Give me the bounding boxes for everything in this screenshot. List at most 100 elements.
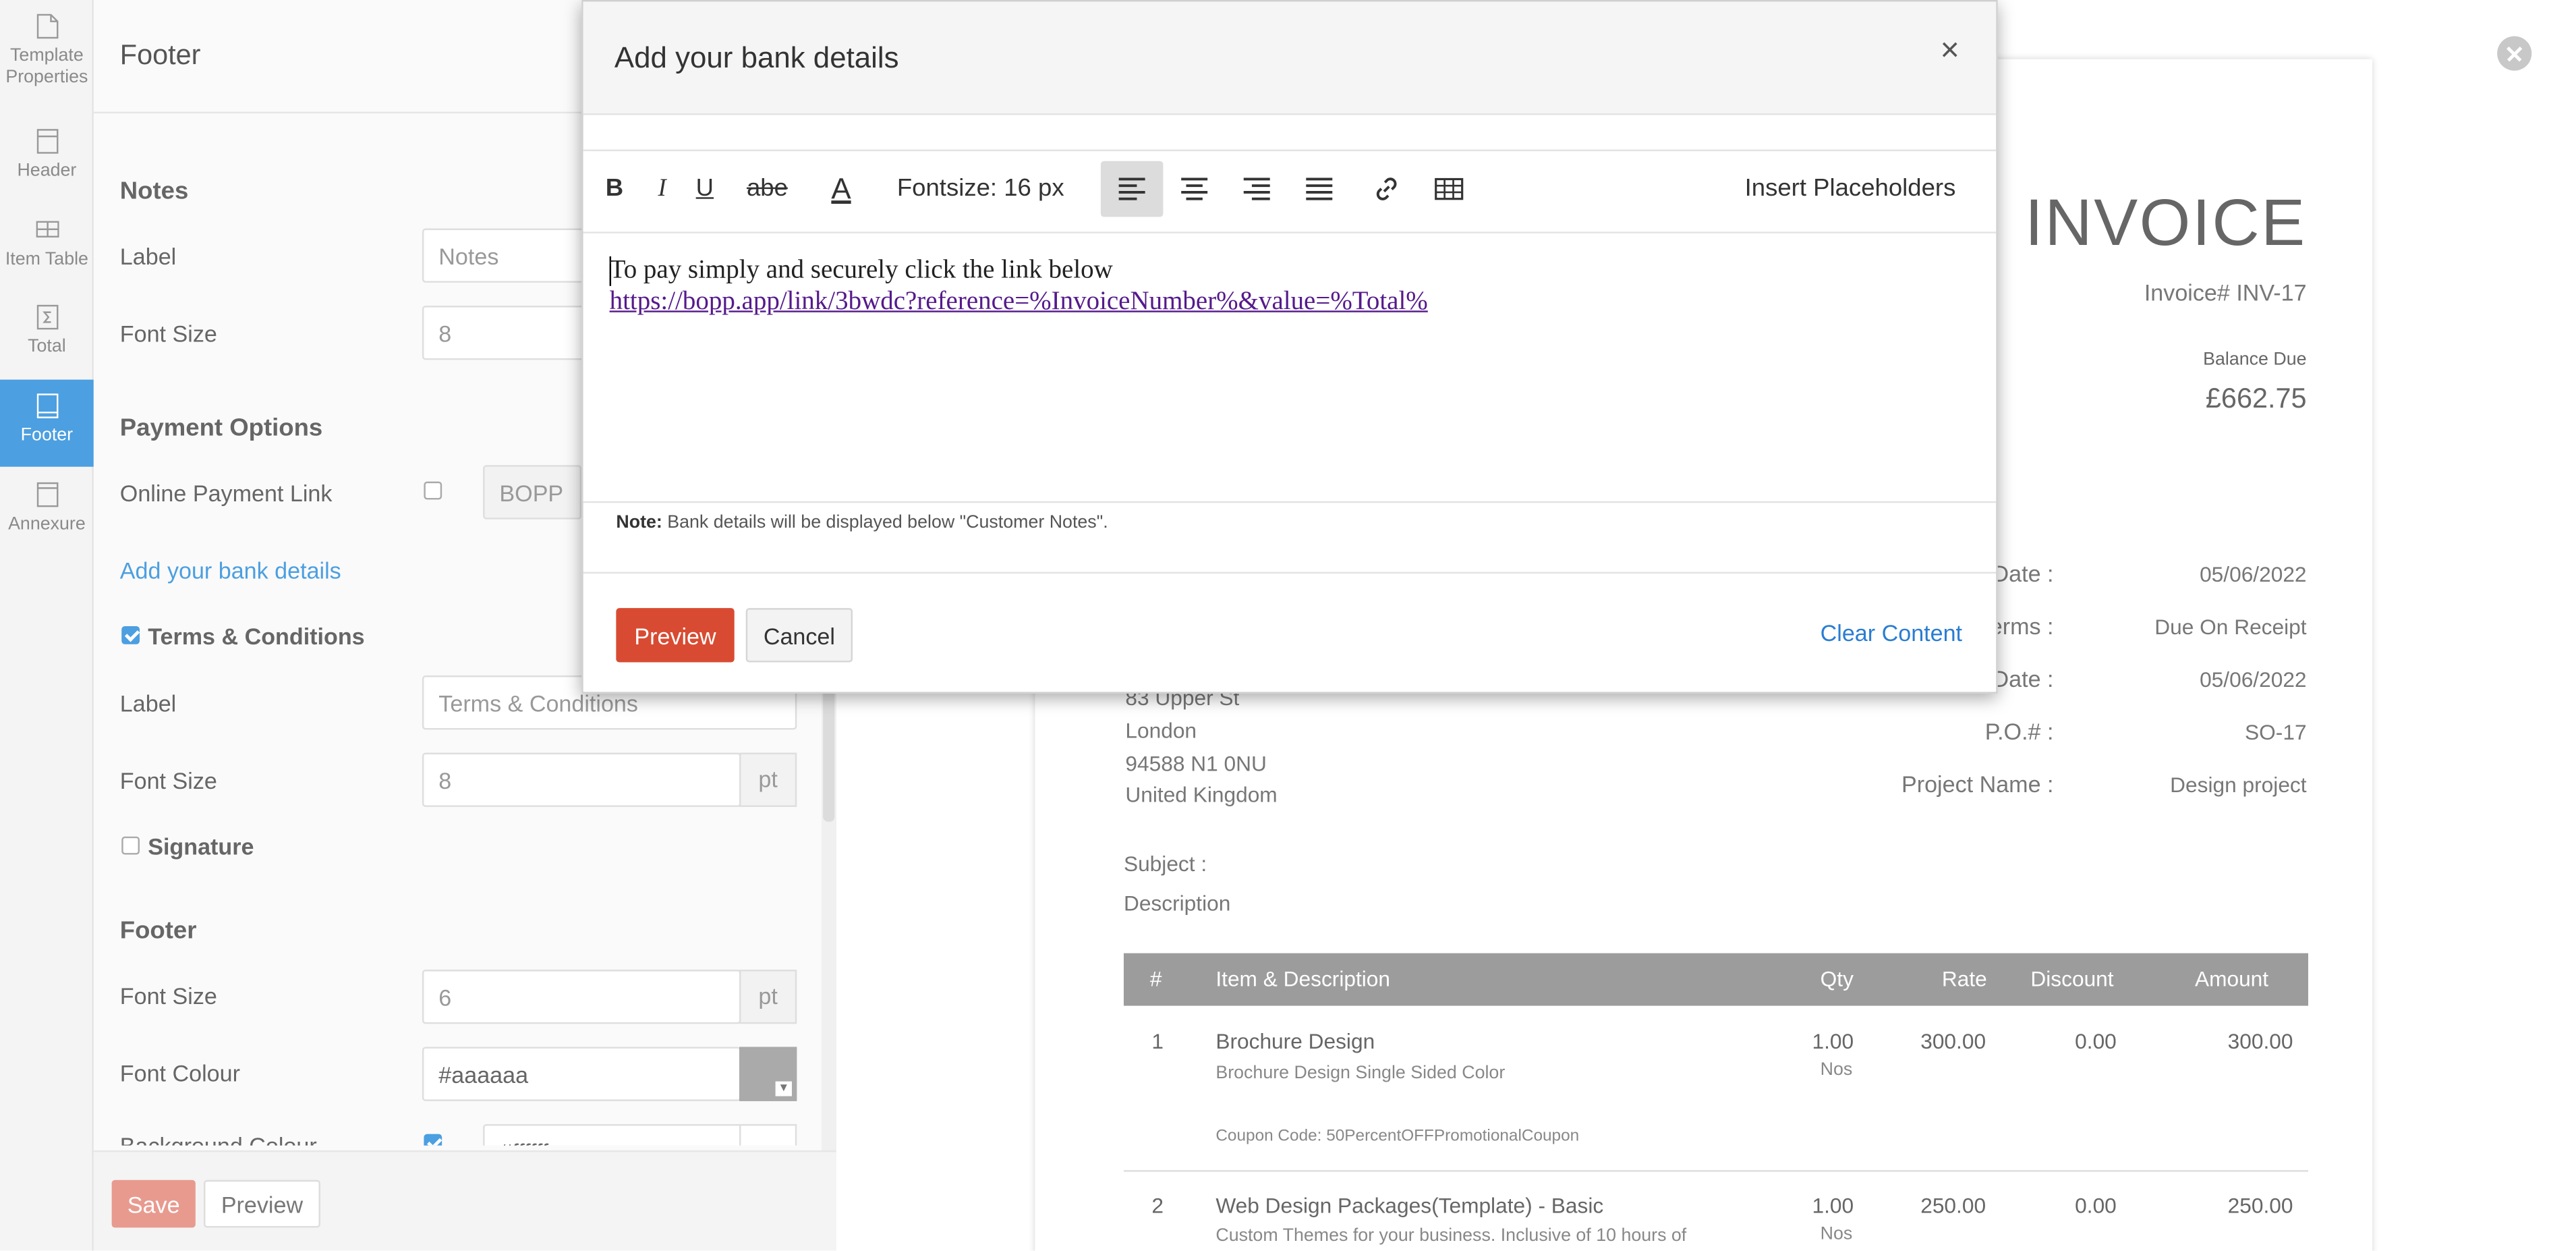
align-center-icon [1181, 177, 1208, 200]
meta-value: Design project [2170, 772, 2307, 798]
terms-font-size-unit: pt [739, 752, 797, 807]
rail-item-template-properties[interactable]: Template Properties [0, 0, 94, 112]
row-rate: 300.00 [1920, 1028, 1986, 1054]
panel-footer-bar: Save Preview [93, 1150, 836, 1251]
underline-button[interactable]: U [691, 161, 718, 217]
save-button[interactable]: Save [111, 1179, 196, 1228]
italic-button[interactable]: I [652, 161, 672, 217]
modal-title: Add your bank details [614, 40, 899, 74]
modal-cancel-button[interactable]: Cancel [745, 608, 853, 663]
footer-background-input[interactable]: #ffffff [483, 1123, 746, 1146]
strikethrough-button[interactable]: abe [744, 161, 790, 217]
close-preview-icon[interactable] [2497, 36, 2532, 71]
invoice-title: INVOICE [2024, 187, 2307, 260]
column-header: Discount [2030, 966, 2114, 991]
rail-item-total[interactable]: Total [0, 291, 94, 378]
modal-header: Add your bank details × [583, 1, 1997, 115]
align-justify-icon [1306, 177, 1333, 200]
meta-label: Date : [1992, 560, 2054, 587]
footer-font-size-input[interactable]: 6 [422, 970, 741, 1024]
template-properties-icon [36, 13, 58, 39]
row-unit: Nos [1820, 1059, 1853, 1080]
footer-font-colour-swatch[interactable]: ▼ [739, 1047, 797, 1101]
terms-font-size-input[interactable]: 8 [422, 752, 741, 807]
insert-placeholders-label: Insert Placeholders [1744, 174, 1956, 202]
row-qty: 1.00 [1812, 1193, 1854, 1218]
footer-font-colour-input[interactable]: #aaaaaa [422, 1047, 741, 1101]
balance-due-label: Balance Due [2203, 350, 2307, 370]
close-icon[interactable]: × [1940, 34, 1959, 67]
row-item-name: Web Design Packages(Template) - Basic [1215, 1193, 1604, 1218]
meta-value: 05/06/2022 [2200, 667, 2307, 692]
footer-section-title: Footer [119, 917, 197, 945]
item-table-icon [35, 221, 59, 238]
link-icon [1376, 177, 1397, 200]
modal-preview-button[interactable]: Preview [616, 608, 735, 663]
fontsize-dropdown[interactable]: Fontsize: 16 px [896, 161, 1081, 250]
bold-button[interactable]: B [603, 161, 626, 217]
align-right-icon [1243, 177, 1270, 200]
panel-title: Footer [119, 39, 201, 71]
row-number: 1 [1151, 1028, 1164, 1054]
signature-checkbox[interactable] [121, 836, 140, 855]
online-payment-caption: Online Payment Link [119, 480, 333, 507]
column-header: Rate [1941, 966, 1987, 991]
table-icon [1435, 177, 1464, 200]
column-header: Amount [2194, 966, 2269, 991]
fontsize-label: Fontsize: 16 px [896, 174, 1064, 202]
notes-label-caption: Label [119, 243, 177, 270]
column-header: Item & Description [1215, 966, 1391, 991]
align-left-icon [1118, 177, 1145, 200]
meta-label: erms : [1989, 613, 2054, 640]
payment-section-title: Payment Options [119, 414, 323, 443]
bank-details-modal: Add your bank details × B I U abe A Font… [581, 0, 1998, 694]
rail-item-header[interactable]: Header [0, 115, 94, 202]
background-colour-row: Background Colour #ffffff [94, 1123, 836, 1146]
rail-item-footer[interactable]: Footer [0, 379, 94, 467]
align-justify-button[interactable] [1288, 161, 1351, 217]
row-discount: 0.00 [2075, 1193, 2117, 1218]
rail-item-annexure[interactable]: Annexure [0, 468, 94, 555]
header-icon [36, 129, 58, 154]
align-center-button[interactable] [1163, 161, 1226, 217]
row-unit: Nos [1820, 1224, 1853, 1244]
row-amount: 300.00 [2227, 1028, 2293, 1054]
rail-item-item-table[interactable]: Item Table [0, 204, 94, 291]
modal-divider [583, 572, 1997, 574]
terms-label-caption: Label [119, 690, 177, 717]
row-item-desc: Custom Themes for your business. Inclusi… [1215, 1225, 1687, 1246]
footer-font-size-caption: Font Size [119, 982, 217, 1009]
terms-font-size-caption: Font Size [119, 767, 217, 794]
item-table-header: # Item & Description Qty Rate Discount A… [1123, 953, 2309, 1006]
annexure-icon [36, 482, 58, 507]
footer-icon [36, 393, 58, 418]
signature-checkbox-label: Signature [148, 833, 254, 860]
address-line: London [1125, 718, 1197, 743]
font-color-button[interactable]: A [823, 161, 859, 217]
online-payment-provider[interactable]: BOPP [483, 465, 582, 520]
rail-label: Total [28, 337, 66, 357]
column-header: # [1149, 966, 1162, 991]
preview-button[interactable]: Preview [204, 1179, 320, 1228]
align-right-button[interactable] [1226, 161, 1288, 217]
footer-font-size-unit: pt [739, 970, 797, 1024]
insert-table-button[interactable] [1428, 161, 1470, 217]
insert-link-button[interactable] [1365, 161, 1408, 217]
footer-background-swatch[interactable] [739, 1123, 797, 1146]
balance-due-value: £662.75 [2205, 383, 2307, 414]
footer-background-checkbox[interactable] [424, 1134, 442, 1146]
invoice-number: Invoice# INV-17 [2144, 279, 2307, 306]
online-payment-checkbox[interactable] [424, 481, 442, 500]
align-left-button[interactable] [1100, 161, 1164, 217]
row-amount: 250.00 [2227, 1193, 2293, 1218]
rich-text-editor[interactable]: To pay simply and securely click the lin… [583, 233, 1997, 503]
add-bank-details-link[interactable]: Add your bank details [120, 557, 341, 584]
insert-placeholders-dropdown[interactable]: Insert Placeholders [1744, 161, 1975, 250]
meta-value: 05/06/2022 [2200, 561, 2307, 587]
description-label: Description [1123, 891, 1231, 916]
row-divider [1123, 1170, 2309, 1172]
editor-text-line: To pay simply and securely click the lin… [609, 256, 1113, 285]
editor-payment-link[interactable]: https://bopp.app/link/3bwdc?reference=%I… [610, 286, 1428, 317]
terms-checkbox[interactable] [121, 626, 140, 644]
clear-content-link[interactable]: Clear Content [1821, 619, 1962, 646]
